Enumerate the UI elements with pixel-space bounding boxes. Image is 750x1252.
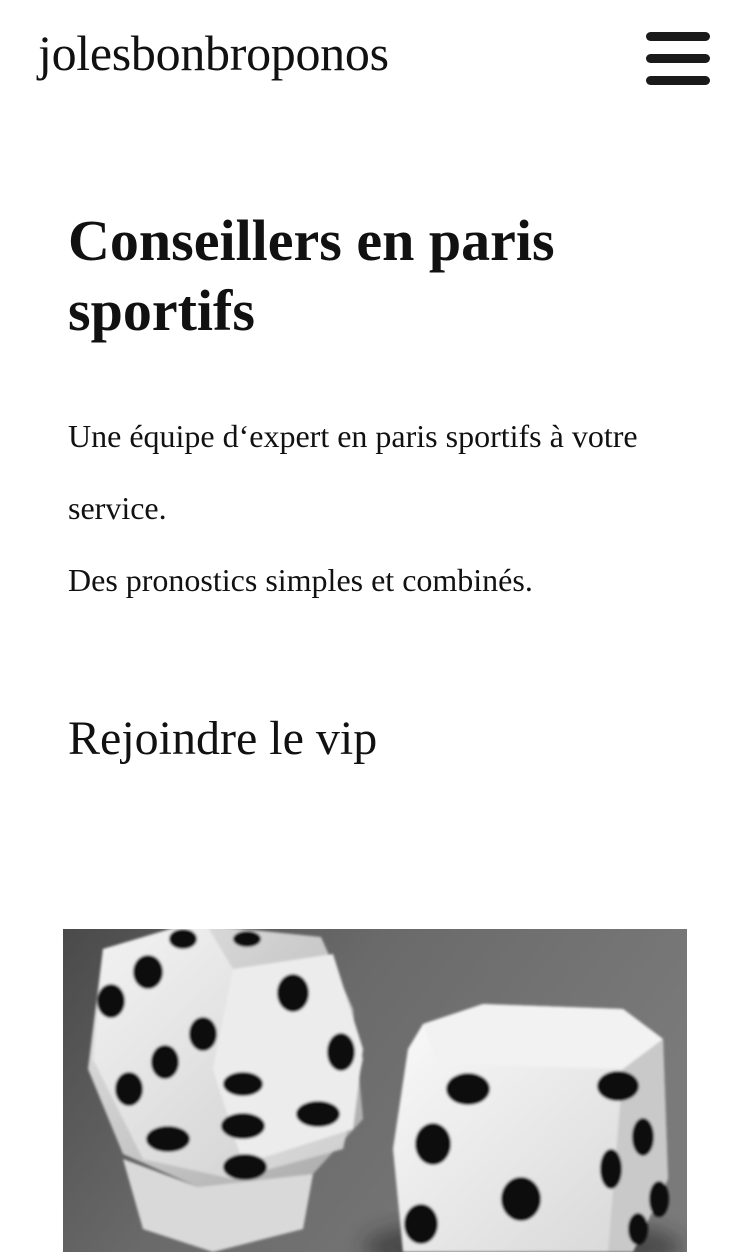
menu-button[interactable]	[640, 30, 716, 88]
dice-photo	[63, 929, 687, 1252]
intro-text: Une équipe d‘expert en paris sportifs à …	[68, 418, 638, 526]
intro-text-secondary: Des pronostics simples et combinés.	[68, 562, 533, 598]
menu-bar	[646, 76, 710, 85]
site-title[interactable]: jolesbonbroponos	[38, 24, 389, 82]
menu-bar	[646, 54, 710, 63]
menu-bar	[646, 32, 710, 41]
join-vip-link[interactable]: Rejoindre le vip	[68, 704, 377, 774]
page-title: Conseillers en paris sportifs	[68, 208, 555, 343]
dice-image	[63, 929, 687, 1252]
